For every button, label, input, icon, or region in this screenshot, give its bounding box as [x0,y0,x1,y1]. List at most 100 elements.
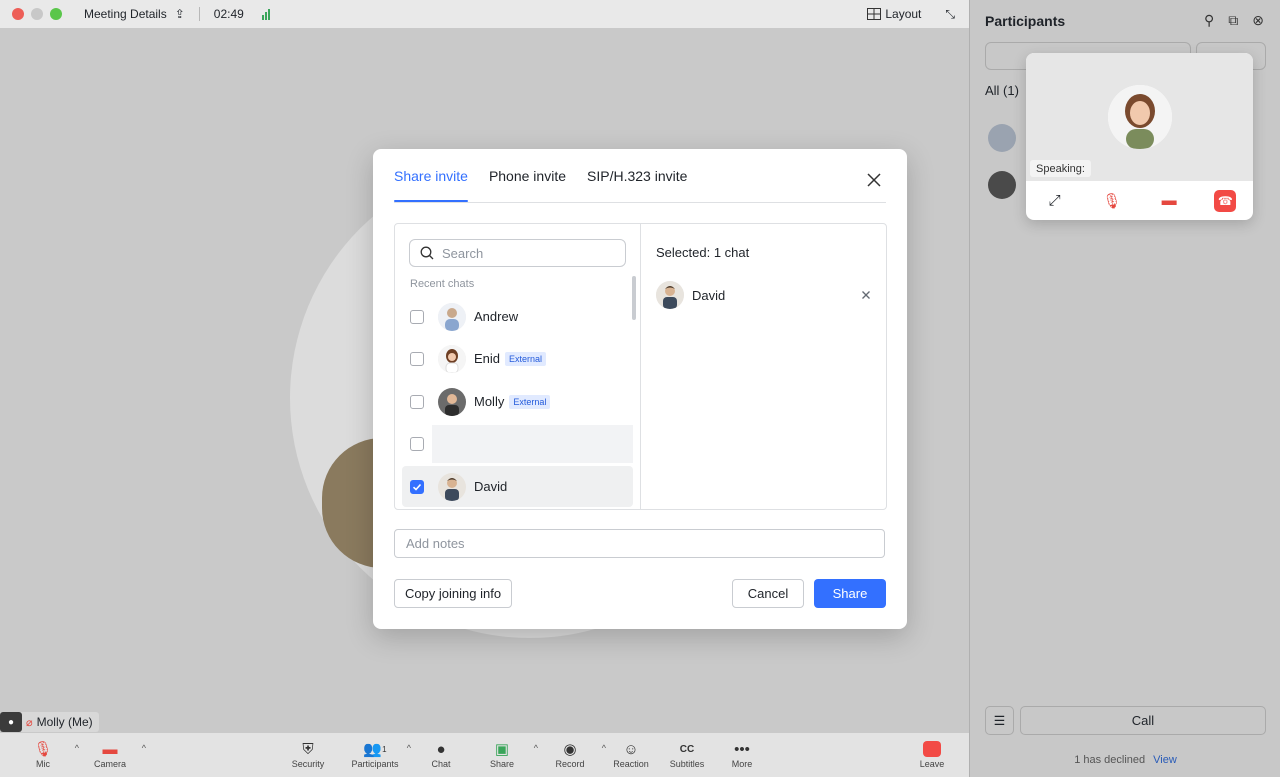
avatar-portrait-icon [438,472,466,501]
speaker-avatar [1108,85,1172,149]
checkmark-icon [412,483,422,491]
tab-share-invite[interactable]: Share invite [394,149,468,202]
share-arrow-icon[interactable]: ⇪ [175,7,185,21]
add-participant-icon[interactable]: ⚲ [1204,12,1214,29]
cancel-button[interactable]: Cancel [732,579,804,608]
self-name: Molly (Me) [36,715,93,729]
mic-label: Mic [36,759,50,769]
participants-count: 1 [382,744,387,754]
signal-strength-icon [261,8,270,20]
camera-off-icon[interactable]: ▬ [1157,189,1181,213]
copy-joining-info-button[interactable]: Copy joining info [394,579,512,608]
invite-dialog: Share invite Phone invite SIP/H.323 invi… [373,149,907,629]
avatar-portrait-icon [438,387,466,416]
shield-icon: ⛨ [302,740,314,758]
contact-name: Andrew [474,309,519,324]
search-input[interactable]: Search [409,239,626,267]
avatar-portrait-icon [438,302,466,331]
avatar [438,472,466,501]
window-controls [12,8,62,20]
more-dots-icon: ••• [734,740,750,758]
notes-input[interactable]: Add notes [394,529,885,558]
participants-icon: 👥 1 [363,741,387,758]
close-panel-icon[interactable]: ⊗ [1252,12,1264,29]
participant-avatar [988,124,1016,152]
checkbox[interactable] [410,394,424,409]
leave-button[interactable]: Leave [902,739,962,769]
layout-button[interactable]: Layout [867,7,921,21]
mic-button[interactable]: 🎙 Mic ^ [13,739,79,769]
record-icon: ◉ [563,741,577,758]
avatar [438,344,466,373]
call-button[interactable]: Call [1020,706,1266,735]
expand-icon[interactable]: ⤢ [1043,189,1067,213]
tab-phone-invite[interactable]: Phone invite [489,149,566,202]
hang-up-icon[interactable]: ☎ [1214,189,1237,212]
chevron-up-icon[interactable]: ^ [142,743,146,753]
panel-bottom-actions: ☰ Call [985,706,1266,735]
list-item[interactable]: Enid External [402,338,633,379]
list-item[interactable]: David [402,466,633,507]
checkbox[interactable] [410,309,424,324]
record-button[interactable]: ◉ Record ^ [540,739,606,769]
list-item[interactable]: Molly External [402,381,633,422]
participants-label: Participants [351,759,399,769]
self-name-tag: ● ⌀ Molly (Me) [0,712,99,732]
more-button[interactable]: ••• More [712,739,772,770]
mini-video: Speaking: [1026,53,1253,181]
chevron-up-icon[interactable]: ^ [534,743,538,753]
notes-placeholder: Add notes [406,536,465,551]
view-declined-link[interactable]: View [1153,754,1177,766]
list-item[interactable] [402,423,633,464]
mic-muted-icon[interactable]: 🎙 [1100,189,1124,213]
reaction-label: Reaction [613,759,649,769]
avatar [438,302,466,331]
record-label: Record [555,759,585,769]
close-window-button[interactable] [12,8,24,20]
tabs-divider [394,202,886,203]
speaking-label: Speaking: [1030,160,1091,177]
checklist-icon[interactable]: ☰ [985,706,1014,735]
smiley-icon: ☺ [623,740,639,758]
chat-button[interactable]: ● Chat [411,739,471,770]
share-screen-button[interactable]: ▣ Share ^ [472,739,538,769]
search-icon [420,246,434,260]
camera-off-icon: ▬ [102,740,118,758]
list-item[interactable]: Andrew [402,296,633,337]
hang-up-icon [923,739,941,759]
selected-name: David [692,287,726,303]
subtitles-button[interactable]: CC Subtitles [657,739,717,770]
speaker-portrait-icon [1108,85,1172,149]
remove-icon[interactable] [860,289,872,301]
minimize-window-button[interactable] [31,8,43,20]
chat-list-pane: Search Recent chats Andrew Enid External [395,224,641,509]
pop-out-icon[interactable]: ⧉ [1228,12,1238,29]
meeting-timer: 02:49 [213,7,244,21]
collapse-icon[interactable]: ⤡ [945,7,955,22]
subtitles-label: Subtitles [669,759,705,769]
share-label: Share [489,759,515,769]
mic-muted-icon: ⌀ [26,716,33,729]
checkbox-checked[interactable] [410,479,424,494]
security-button[interactable]: ⛨ Security [278,739,338,770]
title-bar: Meeting Details ⇪ 02:49 Layout ⤡ [0,0,969,28]
participants-button[interactable]: 👥 1 Participants ^ [345,739,411,769]
meeting-details-link[interactable]: Meeting Details [84,7,167,21]
mini-controls: ⤢ 🎙 ▬ ☎ [1026,181,1253,220]
checkbox[interactable] [410,436,424,451]
chat-picker: Search Recent chats Andrew Enid External [394,223,887,510]
reaction-button[interactable]: ☺ Reaction [601,739,661,770]
floating-speaker-window[interactable]: Speaking: ⤢ 🎙 ▬ ☎ [1026,53,1253,220]
participants-all-tab[interactable]: All (1) [985,83,1019,98]
external-badge: External [505,351,547,366]
invite-tabs: Share invite Phone invite SIP/H.323 invi… [394,149,687,202]
chevron-up-icon[interactable]: ^ [75,743,79,753]
close-icon[interactable] [865,171,883,189]
camera-button[interactable]: ▬ Camera ^ [80,739,146,770]
selected-item: David [656,280,872,310]
checkbox[interactable] [410,351,424,366]
fullscreen-window-button[interactable] [50,8,62,20]
share-button[interactable]: Share [814,579,886,608]
tab-sip-invite[interactable]: SIP/H.323 invite [587,149,687,202]
participant-avatar [988,171,1016,199]
